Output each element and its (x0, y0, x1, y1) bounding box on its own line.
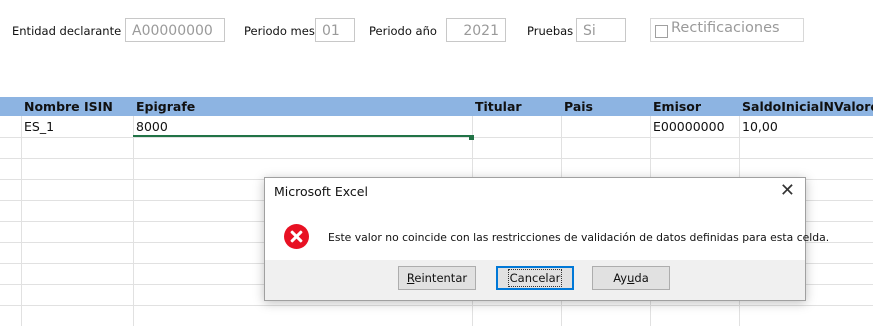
dialog-body: Este valor no coincide con las restricci… (265, 206, 829, 260)
cell-emisor[interactable]: E00000000 (650, 117, 739, 137)
validation-error-dialog: Microsoft Excel ✕ Este valor no coincide… (264, 177, 829, 301)
header-nombre-isin[interactable]: Nombre ISIN (21, 97, 133, 116)
retry-label-post: eintentar (414, 271, 468, 285)
fill-handle[interactable] (469, 135, 474, 140)
form-panel: Entidad declarante A00000000 Periodo mes… (0, 0, 873, 97)
row-divider (0, 305, 873, 306)
cell-nombre-isin[interactable]: ES_1 (21, 117, 133, 137)
help-label-post: da (634, 271, 649, 285)
col-divider (133, 116, 134, 326)
pruebas-input[interactable]: Si (576, 18, 626, 42)
periodo-anio-input[interactable]: 2021 (446, 18, 506, 42)
periodo-anio-label: Periodo año (369, 24, 437, 38)
header-epigrafe[interactable]: Epigrafe (133, 97, 472, 116)
dialog-message: Este valor no coincide con las restricci… (328, 231, 830, 244)
dialog-title: Microsoft Excel (274, 184, 368, 199)
header-pais[interactable]: Pais (561, 97, 650, 116)
help-label-pre: Ay (613, 271, 628, 285)
dialog-titlebar[interactable]: Microsoft Excel ✕ (265, 178, 805, 206)
close-icon[interactable]: ✕ (780, 181, 795, 201)
header-saldo-inicial[interactable]: SaldoInicialNValores (739, 97, 873, 116)
help-button[interactable]: Ayuda (592, 266, 670, 290)
rectificaciones-checkbox[interactable] (655, 25, 668, 38)
cell-saldo-inicial[interactable]: 10,00 (739, 117, 873, 137)
cancel-button[interactable]: Cancelar (496, 266, 574, 290)
entidad-label: Entidad declarante (12, 24, 122, 38)
header-emisor[interactable]: Emisor (650, 97, 739, 116)
entidad-input[interactable]: A00000000 (125, 18, 225, 42)
pruebas-label: Pruebas (527, 24, 574, 38)
error-icon (284, 224, 309, 249)
row-divider (0, 137, 873, 138)
active-cell-border (133, 116, 472, 137)
retry-button[interactable]: Reintentar (398, 266, 476, 290)
col-divider (21, 116, 22, 326)
row-divider (0, 158, 873, 159)
rectificaciones-label[interactable]: Rectificaciones (671, 20, 780, 36)
periodo-mes-input[interactable]: 01 (315, 18, 355, 42)
header-titular[interactable]: Titular (472, 97, 561, 116)
cancel-label: Cancelar (507, 269, 563, 287)
periodo-mes-label: Periodo mes (244, 24, 315, 38)
